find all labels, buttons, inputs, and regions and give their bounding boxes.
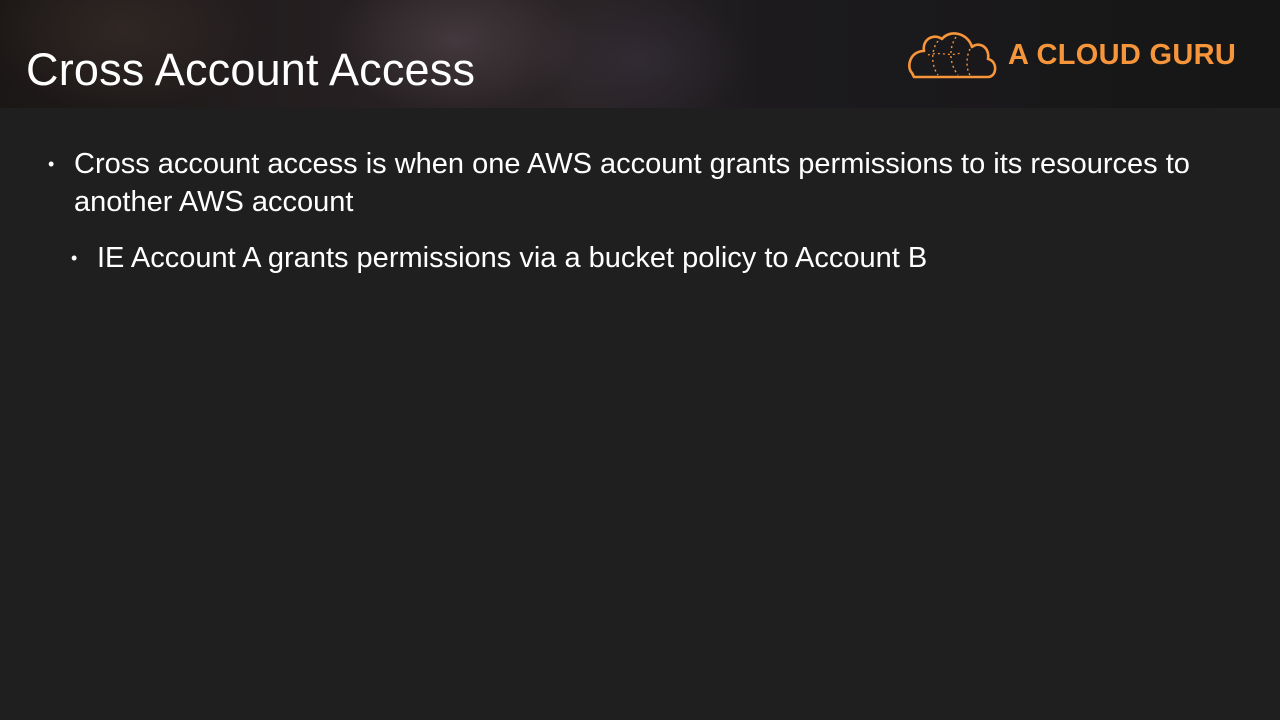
header-banner: Cross Account Access A CLOUD GURU <box>0 0 1280 108</box>
cloud-logo-icon <box>908 32 997 79</box>
bullet-text: IE Account A grants permissions via a bu… <box>97 242 928 274</box>
brand-logo: A CLOUD GURU <box>904 27 1244 81</box>
brand-name: A CLOUD GURU <box>1008 39 1237 71</box>
bullet-level-2: • IE Account A grants permissions via a … <box>71 239 1197 277</box>
slide-title: Cross Account Access <box>26 44 476 95</box>
bullet-dot-icon: • <box>48 154 55 174</box>
bullet-level-1: • Cross account access is when one AWS a… <box>48 145 1194 221</box>
slide: Cross Account Access A CLOUD GURU • Cros… <box>0 0 1280 720</box>
bullet-text: Cross account access is when one AWS acc… <box>74 148 1190 218</box>
bullet-dot-icon: • <box>71 248 78 268</box>
